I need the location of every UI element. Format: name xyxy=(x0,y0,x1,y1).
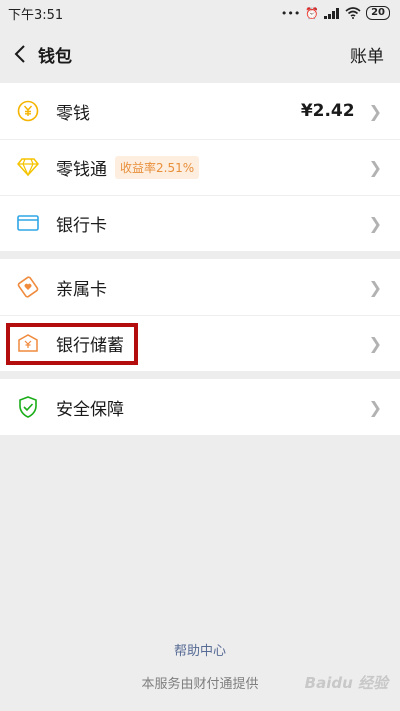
more-icon: ••• xyxy=(280,6,301,20)
bank-savings-icon xyxy=(16,331,40,355)
row-label: 零钱 xyxy=(56,103,90,124)
row-label: 银行储蓄 xyxy=(56,335,124,356)
back-icon[interactable] xyxy=(14,45,26,63)
row-label: 银行卡 xyxy=(56,215,107,236)
row-label: 亲属卡 xyxy=(56,279,107,300)
battery-indicator: 20 xyxy=(366,6,390,20)
row-label: 零钱通 xyxy=(56,159,107,180)
nav-bar: 钱包 账单 xyxy=(0,26,400,82)
row-change[interactable]: 零钱 ¥2.42 ❯ xyxy=(0,83,400,139)
wifi-icon xyxy=(345,7,361,19)
chevron-right-icon: ❯ xyxy=(368,101,382,121)
row-security[interactable]: 安全保障 ❯ xyxy=(0,379,400,435)
chevron-right-icon: ❯ xyxy=(368,157,382,177)
chevron-right-icon: ❯ xyxy=(368,277,382,297)
diamond-icon xyxy=(16,155,40,179)
heart-card-icon xyxy=(16,275,40,299)
status-bar: 下午3:51 ••• ⏰ 20 xyxy=(0,0,400,26)
row-bank-card[interactable]: 银行卡 ❯ xyxy=(0,195,400,251)
alarm-icon: ⏰ xyxy=(305,6,320,20)
row-change-plus[interactable]: 零钱通 收益率2.51% ❯ xyxy=(0,139,400,195)
chevron-right-icon: ❯ xyxy=(368,333,382,353)
yield-badge: 收益率2.51% xyxy=(115,155,200,179)
wallet-group-2: 亲属卡 ❯ 银行储蓄 ❯ xyxy=(0,259,400,371)
row-family-card[interactable]: 亲属卡 ❯ xyxy=(0,259,400,315)
chevron-right-icon: ❯ xyxy=(368,397,382,417)
page-title: 钱包 xyxy=(38,46,72,67)
yuan-coin-icon xyxy=(16,99,40,123)
row-label: 安全保障 xyxy=(56,399,124,420)
shield-check-icon xyxy=(16,395,40,419)
balance-value: ¥2.42 xyxy=(300,101,355,121)
chevron-right-icon: ❯ xyxy=(368,213,382,233)
wallet-group-3: 安全保障 ❯ xyxy=(0,379,400,435)
bill-button[interactable]: 账单 xyxy=(350,42,384,67)
baidu-watermark: Baidu 经验 xyxy=(304,674,388,692)
signal-icon xyxy=(324,7,340,19)
status-icons: ••• ⏰ 20 xyxy=(281,6,390,20)
status-time: 下午3:51 xyxy=(8,7,64,23)
help-center-link[interactable]: 帮助中心 xyxy=(0,640,400,659)
wallet-group-1: 零钱 ¥2.42 ❯ 零钱通 收益率2.51% ❯ 银行卡 ❯ xyxy=(0,83,400,251)
row-bank-savings[interactable]: 银行储蓄 ❯ xyxy=(0,315,400,371)
bank-card-icon xyxy=(16,211,40,235)
